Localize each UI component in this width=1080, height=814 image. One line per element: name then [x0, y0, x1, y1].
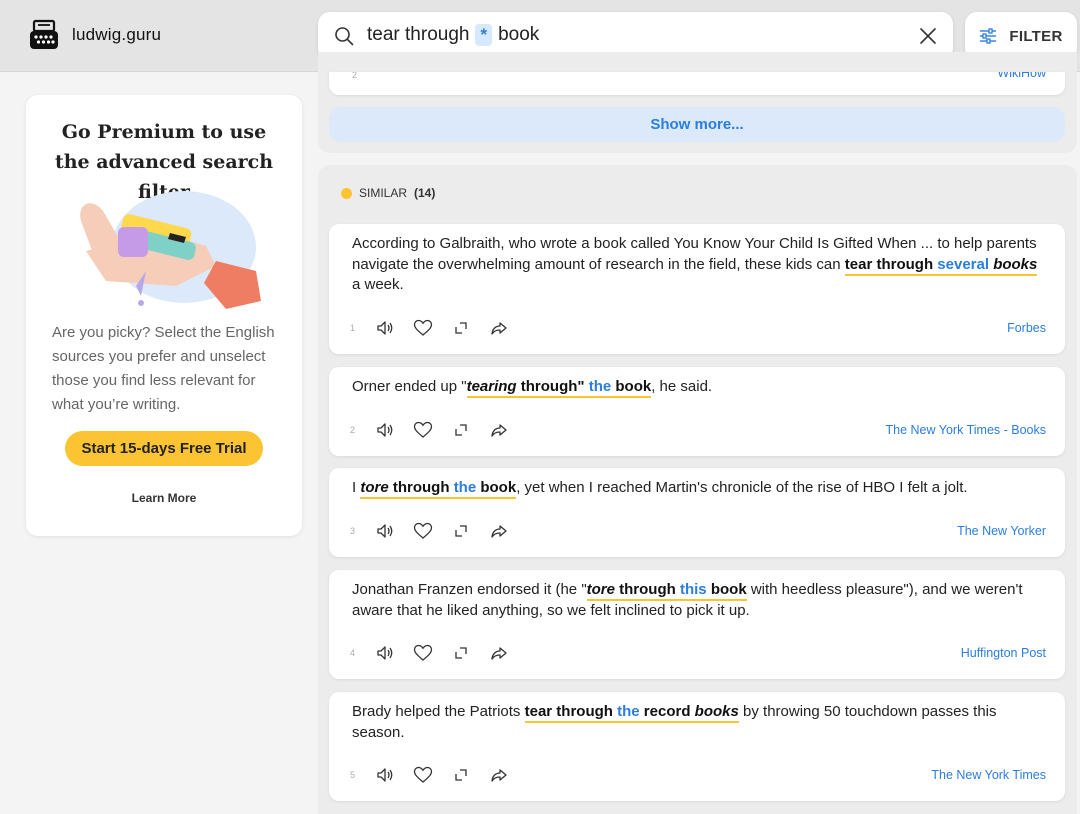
matched-phrase: through	[614, 581, 676, 601]
result-number: 3	[350, 526, 356, 536]
speaker-icon[interactable]	[375, 318, 395, 338]
expand-icon[interactable]	[451, 765, 471, 785]
heart-icon[interactable]	[413, 318, 433, 338]
example-sentence: Orner ended up "tearing through" the boo…	[352, 377, 1042, 398]
source-link[interactable]: WikiHow	[997, 72, 1046, 80]
result-number: 2	[352, 72, 358, 80]
wildcard-match[interactable]: the	[617, 703, 640, 723]
heart-icon[interactable]	[413, 420, 433, 440]
heart-icon[interactable]	[413, 643, 433, 663]
heart-icon[interactable]	[413, 765, 433, 785]
source-link[interactable]: The New York Times - Books	[886, 423, 1046, 437]
premium-promo-card: Go Premium to use the advanced search fi…	[26, 95, 302, 536]
similar-header: SIMILAR (14)	[341, 186, 435, 200]
logo-text: ludwig.guru	[72, 25, 162, 44]
result-card-partial: 2 WikiHow	[329, 72, 1065, 95]
source-link[interactable]: Forbes	[1007, 321, 1046, 335]
expand-icon[interactable]	[451, 643, 471, 663]
sliders-icon	[980, 28, 997, 44]
previous-results-panel: 2 WikiHow Show more...	[318, 52, 1077, 153]
wildcard-match[interactable]: this	[679, 581, 707, 601]
logo[interactable]: ludwig.guru	[28, 19, 161, 51]
learn-more-link[interactable]: Learn More	[26, 491, 302, 505]
matched-phrase: tore	[586, 581, 615, 601]
example-sentence: Brady helped the Patriots tear through t…	[352, 702, 1042, 743]
example-sentence: Jonathan Franzen endorsed it (he "tore t…	[352, 580, 1042, 621]
sentence-text: Orner ended up "	[352, 378, 467, 395]
promo-description: Are you picky? Select the English source…	[52, 324, 275, 413]
card-actions: 3	[350, 521, 527, 541]
card-actions: 5	[350, 765, 527, 785]
result-number: 5	[350, 770, 356, 780]
similar-panel: SIMILAR (14) According to Galbraith, who…	[318, 165, 1077, 814]
search-query[interactable]: tear through * book	[367, 24, 539, 46]
example-sentence: I tore through the book, yet when I reac…	[352, 478, 1042, 499]
wildcard-match[interactable]: the	[588, 378, 612, 398]
speaker-icon[interactable]	[375, 521, 395, 541]
search-icon	[335, 27, 354, 46]
query-text-before: tear through	[367, 24, 470, 45]
result-card: Brady helped the Patriots tear through t…	[329, 692, 1065, 801]
matched-phrase: book	[615, 378, 652, 398]
speaker-icon[interactable]	[375, 765, 395, 785]
speaker-icon[interactable]	[375, 420, 395, 440]
result-number: 2	[350, 425, 356, 435]
share-icon[interactable]	[489, 318, 509, 338]
similar-label: SIMILAR	[359, 186, 408, 200]
matched-phrase: tear through	[844, 255, 934, 276]
speaker-icon[interactable]	[375, 643, 395, 663]
result-card: Orner ended up "tearing through" the boo…	[329, 367, 1065, 456]
source-link[interactable]: Huffington Post	[961, 646, 1046, 660]
similar-dot-icon	[341, 187, 352, 199]
show-more-button[interactable]: Show more...	[329, 107, 1065, 142]
matched-phrase: tearing	[466, 378, 517, 398]
wildcard-token[interactable]: *	[475, 24, 493, 46]
result-card: According to Galbraith, who wrote a book…	[329, 224, 1065, 354]
query-text-after: book	[498, 24, 540, 45]
sentence-text: Jonathan Franzen endorsed it (he "	[352, 581, 587, 598]
matched-phrase: record	[643, 703, 691, 723]
start-trial-button[interactable]: Start 15-days Free Trial	[65, 431, 263, 466]
matched-phrase: tear through	[524, 703, 613, 723]
sentence-text: , he said.	[651, 378, 713, 395]
expand-icon[interactable]	[451, 521, 471, 541]
source-link[interactable]: The New Yorker	[957, 524, 1046, 538]
share-icon[interactable]	[489, 765, 509, 785]
sentence-text: Brady helped the Patriots	[352, 703, 525, 720]
similar-count: (14)	[414, 186, 436, 200]
result-card: Jonathan Franzen endorsed it (he "tore t…	[329, 570, 1065, 679]
matched-phrase: through	[388, 479, 450, 499]
matched-phrase: books	[993, 255, 1038, 276]
wildcard-match[interactable]: several	[937, 255, 990, 276]
typewriter-icon	[30, 19, 58, 49]
share-icon[interactable]	[489, 643, 509, 663]
wildcard-match[interactable]: the	[453, 479, 477, 499]
result-number: 1	[350, 323, 356, 333]
result-number: 4	[350, 648, 356, 658]
heart-icon[interactable]	[413, 521, 433, 541]
matched-phrase: book	[710, 581, 747, 601]
close-icon[interactable]	[917, 25, 939, 47]
matched-phrase: through"	[516, 378, 585, 398]
source-link[interactable]: The New York Times	[931, 768, 1046, 782]
example-sentence: According to Galbraith, who wrote a book…	[352, 234, 1042, 296]
card-actions: 4	[350, 643, 527, 663]
share-icon[interactable]	[489, 521, 509, 541]
filter-label: FILTER	[1009, 27, 1063, 45]
sentence-text: , yet when I reached Martin's chronicle …	[516, 479, 968, 496]
matched-phrase: book	[480, 479, 517, 499]
share-icon[interactable]	[489, 420, 509, 440]
result-card: I tore through the book, yet when I reac…	[329, 468, 1065, 557]
expand-icon[interactable]	[451, 420, 471, 440]
expand-icon[interactable]	[451, 318, 471, 338]
card-actions: 2	[350, 420, 527, 440]
results-column: 2 WikiHow Show more... SIMILAR (14) Acco…	[318, 52, 1077, 814]
sentence-text: a week.	[352, 276, 404, 293]
card-actions: 1	[350, 318, 527, 338]
matched-phrase: books	[694, 703, 739, 723]
matched-phrase: tore	[360, 479, 389, 499]
